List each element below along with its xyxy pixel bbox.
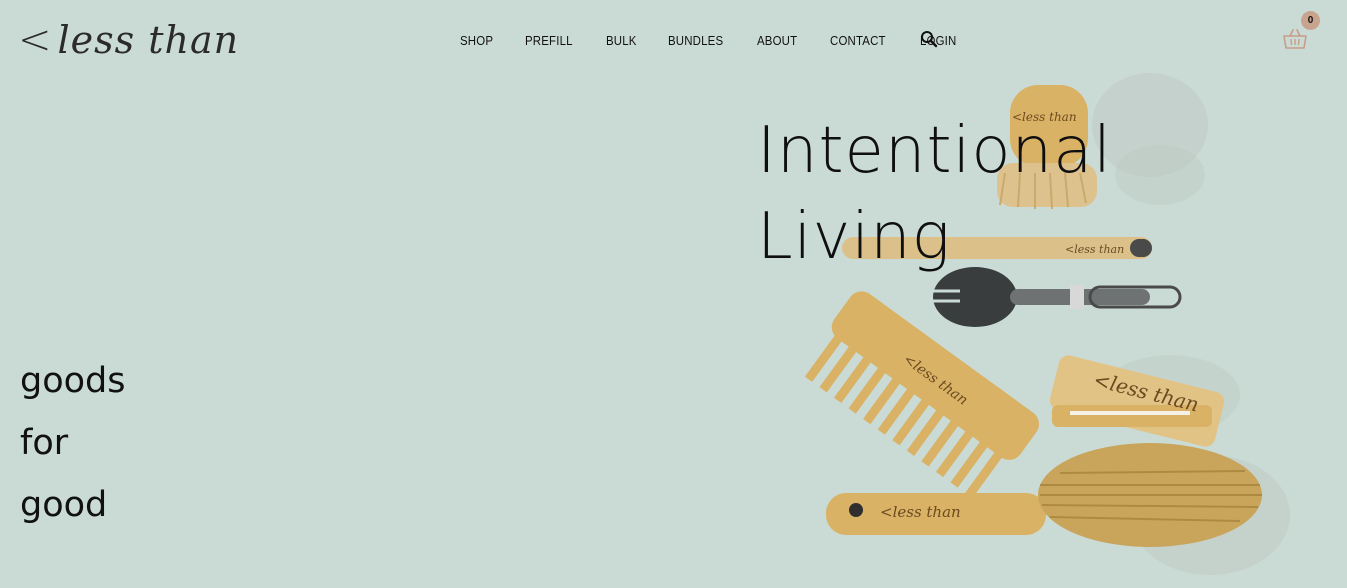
nav-item-bulk[interactable]: BULK (606, 33, 637, 48)
tagline-word-good: good (20, 485, 108, 525)
hero-headline-line1: Intentional (757, 114, 1113, 188)
svg-text:<less than: <less than (880, 503, 961, 521)
nav-item-prefill[interactable]: PREFILL (525, 33, 573, 48)
nav-item-contact[interactable]: CONTACT (830, 33, 886, 48)
tagline-word-goods: goods (20, 361, 126, 401)
main-navigation: SHOP PREFILL BULK BUNDLES ABOUT CONTACT … (460, 30, 989, 50)
tagline-word-for: for (20, 423, 69, 463)
nav-item-shop[interactable]: SHOP (460, 33, 493, 48)
cart-count-badge: 0 (1301, 11, 1320, 30)
hero-tagline: goods for good (20, 350, 126, 536)
search-icon[interactable] (920, 30, 938, 48)
nav-item-bundles[interactable]: BUNDLES (668, 33, 723, 48)
brand-logo[interactable]: < less than (18, 14, 239, 66)
comb: <less than (804, 291, 1040, 499)
logo-chevron: < (18, 17, 52, 63)
logo-text: less than (57, 18, 240, 62)
basket-icon[interactable] (1283, 28, 1307, 50)
long-brush: <less than (826, 443, 1262, 547)
nav-item-about[interactable]: ABOUT (757, 33, 797, 48)
hero-headline-line2: Living (757, 200, 952, 274)
hero-headline: Intentional Living (757, 108, 1112, 280)
